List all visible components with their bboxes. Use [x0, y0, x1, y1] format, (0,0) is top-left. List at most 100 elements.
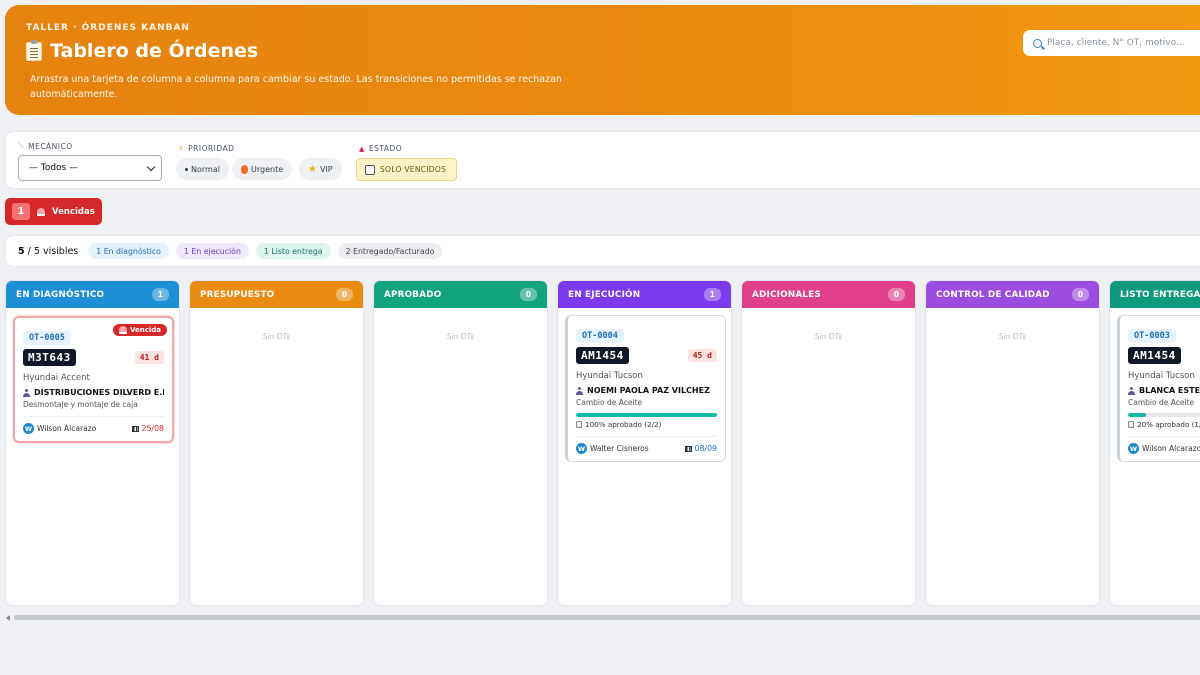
approval-progress-fill [576, 413, 717, 417]
license-plate: M3T643 [23, 349, 76, 366]
column-title: ADICIONALES [752, 289, 821, 300]
mechanic: W Wilson Alcarazo [23, 423, 96, 434]
column-count: 0 [888, 288, 905, 301]
vehicle-model: Hyundai Tucson [576, 371, 643, 381]
column-control-de-calidad[interactable]: CONTROL DE CALIDAD 0 Sin OTs [925, 280, 1100, 606]
search-box[interactable] [1023, 30, 1200, 56]
siren-icon [37, 207, 45, 216]
order-number: OT-0003 [1128, 329, 1176, 343]
due-date: 08/09 [684, 444, 717, 453]
service-description: Cambio de Aceite [1128, 398, 1195, 407]
column-header: CONTROL DE CALIDAD 0 [926, 281, 1099, 308]
scroll-left-arrow-icon[interactable] [6, 615, 10, 621]
scrollbar-thumb[interactable] [14, 615, 1200, 620]
lightning-icon: ⚡ [178, 144, 185, 153]
order-card[interactable]: OT-0004 AM1454 45 d Hyundai Tucson NOEMI… [565, 315, 726, 462]
siren-icon: ▲ [359, 144, 365, 153]
column-title: PRESUPUESTO [200, 289, 275, 300]
order-card[interactable]: OT-0005 Vencida M3T643 41 d Hyundai Acce… [13, 316, 174, 443]
checkered-flag-icon [684, 445, 692, 452]
priority-chip-vip[interactable]: ★ VIP [299, 158, 342, 180]
approval-progress-fill [1128, 413, 1146, 417]
column-presupuesto[interactable]: PRESUPUESTO 0 Sin OTs [189, 280, 364, 606]
approval-progress-bar [576, 413, 717, 417]
overdue-tag: Vencida [112, 324, 167, 336]
mechanic-filter-label: ⟍ MECÁNICO [18, 141, 73, 151]
vehicle-model: Hyundai Tucson [1128, 371, 1195, 381]
days-open: 45 d [687, 349, 717, 362]
priority-label-text: PRIORIDAD [188, 144, 235, 153]
service-description: Desmontaje y montaje de caja [23, 400, 138, 409]
person-icon [23, 388, 30, 397]
days-open: 41 d [134, 351, 164, 364]
client-name: NOEMI PAOLA PAZ VILCHEZ [587, 386, 710, 395]
priority-chip-label: VIP [319, 164, 333, 174]
mechanic: W Wilson Alcarazo [1128, 443, 1200, 454]
approval-text: 100% aprobado (2/2) [585, 420, 662, 429]
approval-status: 100% aprobado (2/2) [576, 420, 717, 429]
page-title: Tablero de Órdenes [26, 39, 258, 62]
column-header: APROBADO 0 [374, 281, 547, 308]
empty-column-text: Sin OTs [262, 332, 291, 341]
column-header: ADICIONALES 0 [742, 281, 915, 308]
column-title: APROBADO [384, 289, 442, 300]
mechanic-label-text: MECÁNICO [28, 141, 73, 151]
card-footer: W Walter Cisneros 08/09 [576, 436, 717, 454]
approval-progress-bar [1128, 413, 1200, 417]
overdue-badge[interactable]: 1 Vencidas [5, 198, 102, 225]
order-number: OT-0004 [576, 329, 624, 343]
priority-chip-urgent[interactable]: Urgente [232, 158, 293, 180]
overdue-only-checkbox[interactable] [365, 164, 375, 175]
vehicle-model: Hyundai Accent [23, 373, 90, 383]
column-en-diagnostico[interactable]: EN DIAGNÓSTICO 1 OT-0005 Vencida M3T643 … [5, 280, 180, 606]
wrench-icon: ⟍ [18, 141, 25, 150]
avatar: W [23, 423, 34, 434]
mechanic-name: Wilson Alcarazo [37, 424, 97, 433]
client-name: BLANCA ESTEF [1139, 386, 1200, 395]
priority-chip-label: Urgente [251, 164, 284, 174]
empty-column-text: Sin OTs [814, 332, 843, 341]
mechanic-select[interactable]: — Todos — [18, 155, 162, 181]
search-input[interactable] [1047, 38, 1200, 48]
column-adicionales[interactable]: ADICIONALES 0 Sin OTs [741, 280, 916, 606]
avatar: W [1128, 443, 1139, 454]
page-subtitle: Arrastra una tarjeta de columna a column… [30, 74, 562, 100]
plate-row: M3T643 41 d [23, 349, 164, 366]
horizontal-scrollbar[interactable] [5, 614, 1200, 621]
approval-status: 20% aprobado (1/ [1128, 420, 1200, 429]
state-filter-label: ▲ ESTADO [359, 144, 402, 153]
overdue-label: Vencidas [52, 206, 95, 217]
overdue-only-label: SOLO VENCIDOS [380, 165, 447, 174]
filters-bar: ⟍ MECÁNICO — Todos — ⚡ PRIORIDAD Normal … [5, 131, 1200, 189]
mechanic: W Walter Cisneros [576, 443, 649, 454]
column-count: 0 [336, 288, 353, 301]
card-footer: W Wilson Alcarazo 25/08 [23, 416, 164, 434]
due-date-text: 25/08 [141, 424, 164, 433]
column-count: 1 [152, 288, 169, 301]
state-label-text: ESTADO [368, 144, 403, 153]
column-header: PRESUPUESTO 0 [190, 281, 363, 308]
priority-chip-normal[interactable]: Normal [176, 158, 229, 180]
status-pill: 2 Entregado/Facturado [337, 243, 443, 259]
overdue-only-toggle[interactable]: SOLO VENCIDOS [356, 158, 457, 181]
order-number: OT-0005 [23, 331, 71, 345]
status-pill: 1 En ejecución [175, 243, 249, 259]
column-en-ejecucion[interactable]: EN EJECUCIÓN 1 OT-0004 AM1454 45 d Hyund… [557, 280, 732, 606]
overdue-tag-label: Vencida [129, 326, 161, 334]
avatar: W [576, 443, 587, 454]
column-title: EN DIAGNÓSTICO [16, 289, 105, 300]
column-title: EN EJECUCIÓN [568, 289, 641, 300]
column-header: EN EJECUCIÓN 1 [558, 281, 731, 308]
clipboard-icon [576, 421, 582, 428]
due-date-text: 08/09 [694, 444, 717, 453]
column-count: 0 [520, 288, 537, 301]
search-icon [1033, 38, 1042, 48]
plate-row: AM1454 [1128, 347, 1200, 364]
order-card[interactable]: OT-0003 AM1454 Hyundai Tucson BLANCA EST… [1117, 315, 1200, 462]
column-header: EN DIAGNÓSTICO 1 [6, 281, 179, 308]
clipboard-icon [1128, 421, 1134, 428]
chevron-down-icon [146, 162, 156, 172]
column-listo-entrega[interactable]: LISTO ENTREGA OT-0003 AM1454 Hyundai Tuc… [1109, 280, 1200, 606]
column-aprobado[interactable]: APROBADO 0 Sin OTs [373, 280, 548, 606]
empty-column-text: Sin OTs [446, 332, 475, 341]
